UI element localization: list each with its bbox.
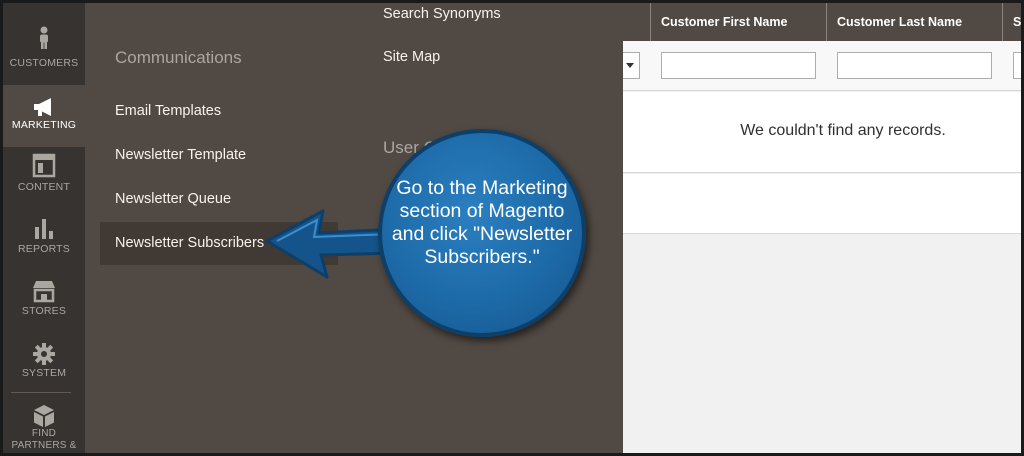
nav-item-marketing[interactable]: MARKETING (3, 85, 85, 147)
storefront-icon (30, 279, 58, 305)
nav-label: CONTENT (17, 181, 71, 193)
column-divider (650, 3, 651, 41)
nav-item-content[interactable]: CONTENT (3, 147, 85, 209)
nav-label: REPORTS (18, 243, 70, 255)
nav-label: STORES (21, 305, 67, 317)
nav-label: FIND PARTNERS & EXTENSIONS (11, 428, 77, 453)
nav-item-system[interactable]: SYSTEM (3, 333, 85, 395)
column-divider (1002, 3, 1003, 41)
grid-empty-row (623, 174, 1021, 234)
menu-link-newsletter-subscribers[interactable]: Newsletter Subscribers (115, 235, 264, 251)
nav-label: SYSTEM (21, 367, 67, 379)
nav-label: MARKETING (11, 119, 77, 131)
grid-header: Customer First Name Customer Last Name S… (623, 3, 1021, 41)
nav-item-stores[interactable]: STORES (3, 271, 85, 333)
column-divider (826, 3, 827, 41)
subscribers-grid: Customer First Name Customer Last Name S… (623, 3, 1021, 453)
megaphone-icon (30, 95, 58, 121)
status-filter-select[interactable] (623, 52, 640, 79)
admin-sidebar: CUSTOMERS MARKETING CONTENT REPORTS STOR (3, 3, 85, 453)
last-name-filter-input[interactable] (837, 52, 992, 79)
callout-bubble: Go to the Marketing section of Magento a… (378, 129, 586, 337)
nav-divider (11, 392, 71, 393)
nav-item-customers[interactable]: CUSTOMERS (3, 3, 85, 69)
no-records-message: We couldn't find any records. (740, 122, 946, 139)
chevron-down-icon (626, 63, 634, 68)
column-header-first-name[interactable]: Customer First Name (661, 3, 821, 41)
menu-link-site-map[interactable]: Site Map (383, 49, 440, 65)
gear-icon (30, 341, 58, 367)
blocks-icon (30, 403, 58, 429)
empty-records-row: We couldn't find any records. (623, 92, 1021, 173)
bar-chart-icon (30, 215, 58, 241)
layout-icon (30, 153, 58, 179)
menu-link-email-templates[interactable]: Email Templates (115, 103, 221, 119)
column-header-last-name[interactable]: Customer Last Name (837, 3, 997, 41)
screenshot-frame: CUSTOMERS MARKETING CONTENT REPORTS STOR (0, 0, 1024, 456)
menu-link-search-synonyms[interactable]: Search Synonyms (383, 6, 501, 22)
first-name-filter-input[interactable] (661, 52, 816, 79)
nav-item-find-partners[interactable]: FIND PARTNERS & EXTENSIONS (3, 397, 85, 453)
nav-item-reports[interactable]: REPORTS (3, 209, 85, 271)
nav-label: CUSTOMERS (9, 57, 79, 69)
menu-link-newsletter-queue[interactable]: Newsletter Queue (115, 191, 231, 207)
callout-text: Go to the Marketing section of Magento a… (391, 177, 573, 268)
column-header-status[interactable]: St (1013, 3, 1021, 41)
menu-link-newsletter-template[interactable]: Newsletter Template (115, 147, 246, 163)
person-icon (30, 25, 58, 51)
filter-row (623, 41, 1021, 91)
status-filter-input[interactable] (1013, 52, 1021, 79)
section-heading-communications: Communications (115, 48, 242, 67)
